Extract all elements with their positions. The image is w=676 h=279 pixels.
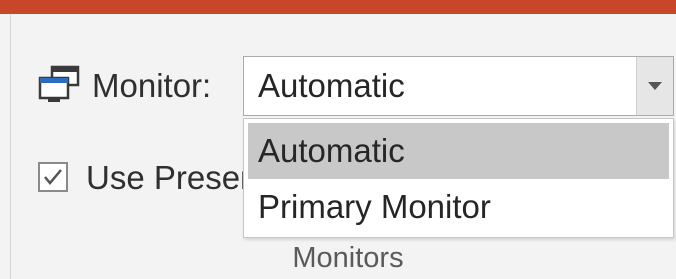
monitor-label: Monitor: <box>92 67 212 104</box>
chevron-down-icon <box>648 82 662 90</box>
checkmark-icon <box>44 169 62 185</box>
group-label-monitors: Monitors <box>292 242 404 274</box>
monitor-select[interactable]: Automatic <box>243 56 674 116</box>
monitor-dropdown-list: Automatic Primary Monitor <box>243 118 674 238</box>
presenter-view-row: Use Presenter View <box>0 150 260 210</box>
presenter-view-checkbox[interactable] <box>38 162 68 192</box>
monitor-option-automatic[interactable]: Automatic <box>248 123 669 179</box>
presenter-view-label[interactable]: Use Presenter View <box>86 158 244 198</box>
monitor-select-dropdown-button[interactable] <box>636 57 673 115</box>
monitor-option-primary-monitor[interactable]: Primary Monitor <box>248 179 669 235</box>
monitor-row: Monitor: Automatic <box>0 0 676 130</box>
monitor-icon <box>38 65 82 105</box>
monitor-select-value: Automatic <box>258 67 405 104</box>
